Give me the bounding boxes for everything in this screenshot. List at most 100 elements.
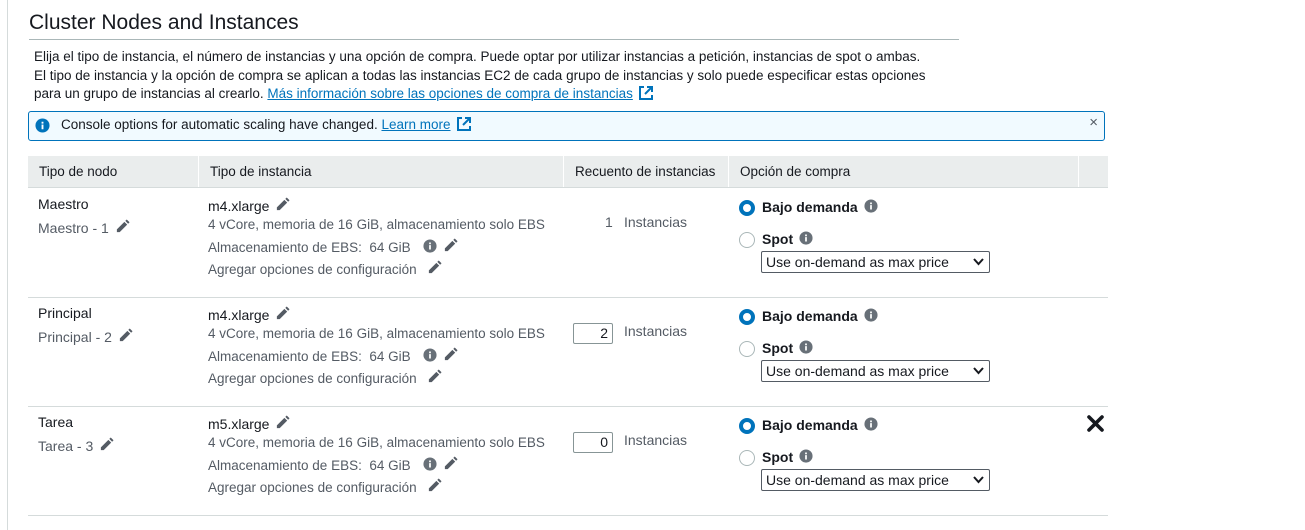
description-line-1: Elija el tipo de instancia, el número de…: [34, 49, 921, 64]
instance-count-input[interactable]: 0: [573, 432, 613, 453]
max-price-select[interactable]: Use on-demand as max price: [761, 469, 990, 491]
on-demand-option: Bajo demanda: [762, 308, 878, 324]
instance-count-value: 1: [605, 214, 613, 230]
on-demand-option: Bajo demanda: [762, 417, 878, 433]
config-options: Agregar opciones de configuración: [208, 260, 442, 277]
pencil-icon[interactable]: [275, 306, 290, 321]
ebs-storage: Almacenamiento de EBS: 64 GiB: [208, 347, 458, 364]
close-icon[interactable]: ×: [1089, 114, 1098, 131]
node-name-text: Tarea - 3: [38, 438, 94, 454]
max-price-select[interactable]: Use on-demand as max price: [761, 251, 990, 273]
config-options: Agregar opciones de configuración: [208, 478, 442, 495]
info-icon[interactable]: [864, 417, 878, 431]
info-icon[interactable]: [864, 199, 878, 213]
info-banner: Console options for automatic scaling ha…: [28, 111, 1105, 141]
more-info-link[interactable]: Más información sobre las opciones de co…: [267, 86, 632, 101]
config-options-text: Agregar opciones de configuración: [208, 262, 417, 277]
max-price-select-value: Use on-demand as max price: [766, 254, 949, 270]
header-actions: [1078, 156, 1109, 187]
header-instance-count: Recuento de instancias: [563, 156, 715, 187]
page-title: Cluster Nodes and Instances: [29, 9, 959, 40]
table-row: Principal Principal - 2 m4.xlarge 4 vCor…: [28, 297, 1108, 407]
on-demand-label: Bajo demanda: [762, 417, 858, 433]
node-type: Tarea: [38, 414, 74, 430]
on-demand-option: Bajo demanda: [762, 199, 878, 215]
ebs-label: Almacenamiento de EBS:: [208, 240, 362, 255]
header-node-type: Tipo de nodo: [39, 164, 118, 179]
info-icon[interactable]: [423, 239, 437, 253]
pencil-icon[interactable]: [443, 456, 458, 471]
pencil-icon[interactable]: [427, 478, 442, 493]
config-options-text: Agregar opciones de configuración: [208, 371, 417, 386]
instance-count-input[interactable]: 2: [573, 323, 613, 344]
on-demand-radio[interactable]: [739, 200, 755, 216]
pencil-icon[interactable]: [118, 328, 133, 343]
ebs-value: 64 GiB: [369, 458, 411, 473]
chevron-down-icon: [973, 367, 984, 375]
instance-count-unit: Instancias: [624, 214, 688, 230]
info-icon[interactable]: [864, 308, 878, 322]
info-icon[interactable]: [423, 348, 437, 362]
pencil-icon[interactable]: [427, 260, 442, 275]
instance-type: m5.xlarge: [208, 415, 290, 432]
description-line-3-text: para un grupo de instancias al crearlo.: [34, 86, 264, 101]
node-name: Maestro - 1: [38, 219, 130, 236]
pencil-icon[interactable]: [115, 219, 130, 234]
instance-spec: 4 vCore, memoria de 16 GiB, almacenamien…: [208, 435, 545, 450]
ebs-label: Almacenamiento de EBS:: [208, 458, 362, 473]
info-icon[interactable]: [799, 231, 813, 245]
config-options-text: Agregar opciones de configuración: [208, 480, 417, 495]
description: Elija el tipo de instancia, el número de…: [34, 48, 974, 104]
pencil-icon[interactable]: [275, 415, 290, 430]
external-link-icon[interactable]: [456, 117, 471, 131]
pencil-icon[interactable]: [443, 238, 458, 253]
spot-label: Spot: [762, 449, 794, 465]
header-instance-type: Tipo de instancia: [198, 156, 312, 187]
spot-radio[interactable]: [739, 450, 755, 466]
max-price-select-value: Use on-demand as max price: [766, 472, 949, 488]
chevron-down-icon: [973, 476, 984, 484]
max-price-select[interactable]: Use on-demand as max price: [761, 360, 990, 382]
description-line-3: para un grupo de instancias al crearlo. …: [34, 85, 974, 104]
table-row: Maestro Maestro - 1 m4.xlarge 4 vCore, m…: [28, 188, 1108, 298]
node-name-text: Principal - 2: [38, 329, 112, 345]
instance-type-text: m4.xlarge: [208, 307, 270, 323]
instance-count-unit: Instancias: [624, 323, 688, 339]
node-type: Principal: [38, 305, 92, 321]
pencil-icon[interactable]: [99, 437, 114, 452]
banner-text-wrap: Console options for automatic scaling ha…: [61, 117, 471, 132]
instance-count-unit: Instancias: [624, 432, 688, 448]
spot-label: Spot: [762, 340, 794, 356]
spot-radio[interactable]: [739, 341, 755, 357]
node-name: Principal - 2: [38, 328, 133, 345]
spot-option: Spot: [762, 449, 813, 465]
ebs-value: 64 GiB: [369, 349, 411, 364]
instance-spec: 4 vCore, memoria de 16 GiB, almacenamien…: [208, 217, 545, 232]
table-header: Tipo de nodo Tipo de instancia Recuento …: [28, 156, 1108, 188]
external-link-icon[interactable]: [638, 86, 653, 100]
pencil-icon[interactable]: [275, 197, 290, 212]
spot-label: Spot: [762, 231, 794, 247]
info-icon[interactable]: [799, 340, 813, 354]
spot-option: Spot: [762, 340, 813, 356]
info-icon: [35, 118, 50, 133]
instance-type-text: m4.xlarge: [208, 198, 270, 214]
instance-type-text: m5.xlarge: [208, 416, 270, 432]
remove-icon[interactable]: [1087, 415, 1104, 432]
spot-radio[interactable]: [739, 232, 755, 248]
info-icon[interactable]: [423, 457, 437, 471]
chevron-down-icon: [973, 258, 984, 266]
on-demand-radio[interactable]: [739, 418, 755, 434]
pencil-icon[interactable]: [427, 369, 442, 384]
node-type: Maestro: [38, 196, 89, 212]
ebs-value: 64 GiB: [369, 240, 411, 255]
node-name: Tarea - 3: [38, 437, 114, 454]
on-demand-radio[interactable]: [739, 309, 755, 325]
spot-option: Spot: [762, 231, 813, 247]
left-border: [7, 0, 8, 530]
info-icon[interactable]: [799, 449, 813, 463]
node-name-text: Maestro - 1: [38, 220, 109, 236]
pencil-icon[interactable]: [443, 347, 458, 362]
banner-text: Console options for automatic scaling ha…: [61, 117, 378, 132]
learn-more-link[interactable]: Learn more: [381, 117, 450, 132]
